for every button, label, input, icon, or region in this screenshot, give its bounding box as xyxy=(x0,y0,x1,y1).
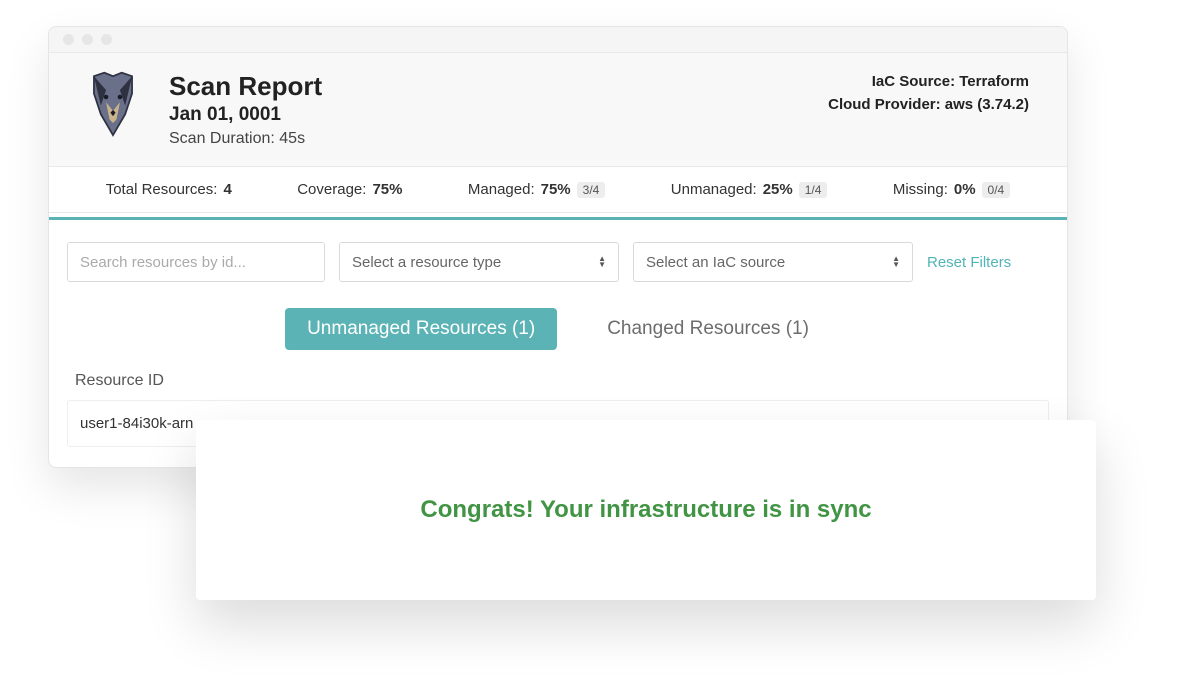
search-input[interactable]: Search resources by id... xyxy=(67,242,325,282)
stat-value: 75% xyxy=(372,181,402,198)
stat-missing: Missing: 0% 0/4 xyxy=(893,181,1010,198)
iac-source-select[interactable]: Select an IaC source ▲▼ xyxy=(633,242,913,282)
stat-value: 4 xyxy=(223,181,231,198)
window-dot xyxy=(63,34,74,45)
stats-bar: Total Resources: 4 Coverage: 75% Managed… xyxy=(49,167,1067,213)
report-header: Scan Report Jan 01, 0001 Scan Duration: … xyxy=(49,53,1067,167)
stat-label: Missing: xyxy=(893,181,948,198)
select-placeholder: Select a resource type xyxy=(352,254,501,271)
stat-value: 75% xyxy=(541,181,571,198)
stat-value: 25% xyxy=(763,181,793,198)
doberman-logo-icon xyxy=(87,71,139,140)
resource-id-cell: user1-84i30k-arn xyxy=(80,415,193,432)
stat-label: Unmanaged: xyxy=(671,181,757,198)
stat-unmanaged: Unmanaged: 25% 1/4 xyxy=(671,181,828,198)
stat-managed: Managed: 75% 3/4 xyxy=(468,181,605,198)
resource-type-select[interactable]: Select a resource type ▲▼ xyxy=(339,242,619,282)
col-header-resource-id: Resource ID xyxy=(67,364,1049,400)
select-placeholder: Select an IaC source xyxy=(646,254,785,271)
sync-status-card: Congrats! Your infrastructure is in sync xyxy=(196,420,1096,600)
window-titlebar xyxy=(49,27,1067,53)
page-title: Scan Report xyxy=(169,71,322,102)
tab-changed[interactable]: Changed Resources (1) xyxy=(585,308,831,350)
header-titles: Scan Report Jan 01, 0001 Scan Duration: … xyxy=(169,71,322,148)
header-left: Scan Report Jan 01, 0001 Scan Duration: … xyxy=(87,71,322,148)
scan-duration: Scan Duration: 45s xyxy=(169,130,322,148)
sync-message: Congrats! Your infrastructure is in sync xyxy=(420,496,871,524)
stat-coverage: Coverage: 75% xyxy=(297,181,402,198)
stat-label: Coverage: xyxy=(297,181,366,198)
tab-unmanaged[interactable]: Unmanaged Resources (1) xyxy=(285,308,557,350)
window-dot xyxy=(101,34,112,45)
sort-caret-icon: ▲▼ xyxy=(892,256,900,268)
search-placeholder: Search resources by id... xyxy=(80,254,246,271)
sort-caret-icon: ▲▼ xyxy=(598,256,606,268)
cloud-provider-label: Cloud Provider: aws (3.74.2) xyxy=(828,94,1029,117)
stat-value: 0% xyxy=(954,181,976,198)
app-window: Scan Report Jan 01, 0001 Scan Duration: … xyxy=(48,26,1068,468)
stat-chip: 3/4 xyxy=(577,182,606,198)
scan-date: Jan 01, 0001 xyxy=(169,104,322,126)
stat-label: Total Resources: xyxy=(106,181,218,198)
reset-filters-link[interactable]: Reset Filters xyxy=(927,254,1011,271)
window-dot xyxy=(82,34,93,45)
filters-row: Search resources by id... Select a resou… xyxy=(49,220,1067,288)
header-meta: IaC Source: Terraform Cloud Provider: aw… xyxy=(828,71,1029,116)
stat-label: Managed: xyxy=(468,181,535,198)
tabs: Unmanaged Resources (1) Changed Resource… xyxy=(49,288,1067,364)
iac-source-label: IaC Source: Terraform xyxy=(828,71,1029,94)
stat-chip: 1/4 xyxy=(799,182,828,198)
stat-total: Total Resources: 4 xyxy=(106,181,232,198)
stat-chip: 0/4 xyxy=(982,182,1011,198)
